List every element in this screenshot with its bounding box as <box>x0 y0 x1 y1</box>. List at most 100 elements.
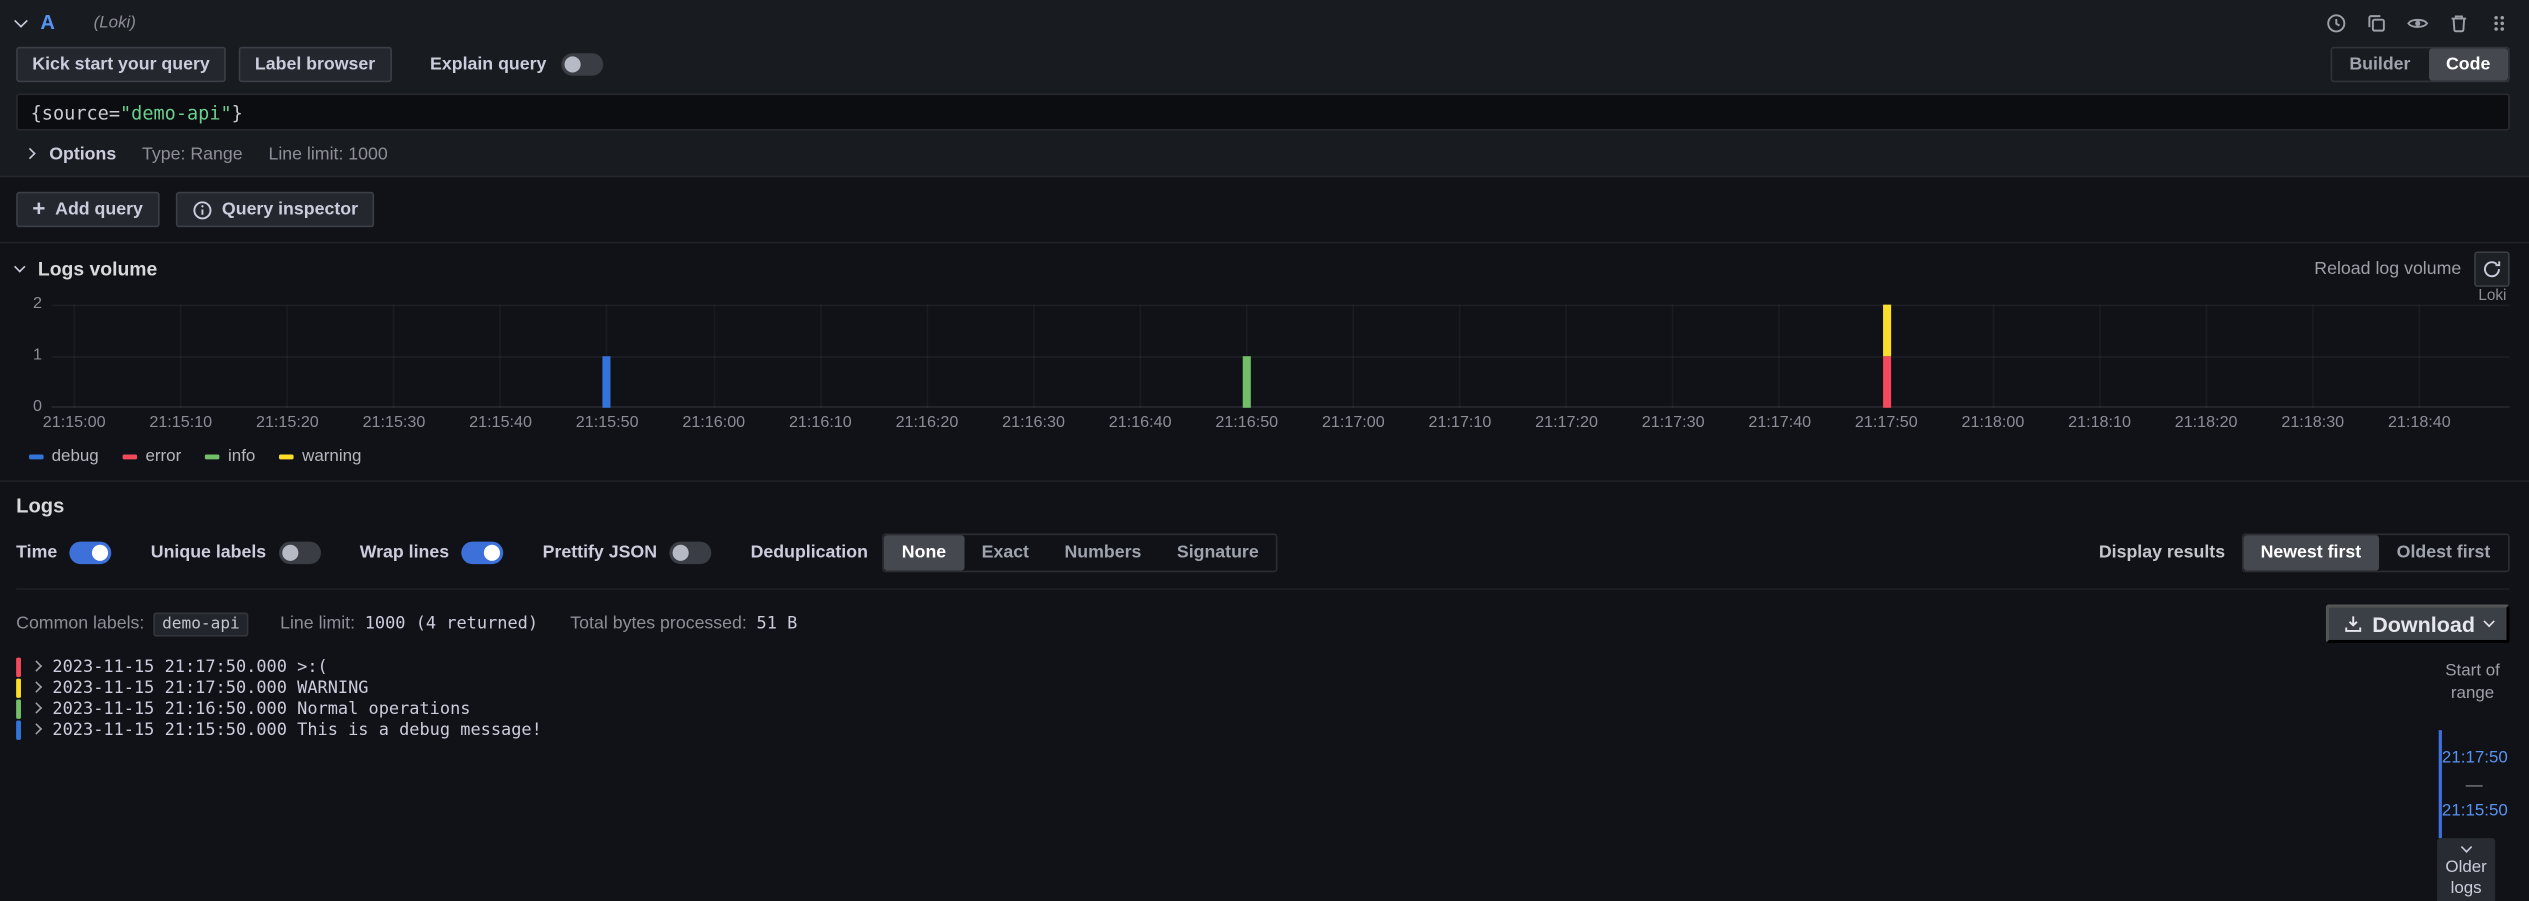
x-tick-label: 21:16:30 <box>1002 414 1065 432</box>
kick-start-query-button[interactable]: Kick start your query <box>16 47 226 82</box>
bar-debug[interactable] <box>603 356 611 408</box>
line-limit-item: Line limit: 1000 (4 returned) <box>280 614 538 633</box>
prettify-json-toggle[interactable] <box>670 542 712 565</box>
legend-label: error <box>145 446 181 465</box>
editor-mode-option-code[interactable]: Code <box>2428 48 2508 80</box>
download-button[interactable]: Download <box>2325 604 2509 643</box>
plot-area[interactable] <box>52 305 2510 408</box>
plot-column: 21:15:0021:15:1021:15:2021:15:3021:15:40… <box>52 305 2510 437</box>
editor-mode-option-builder[interactable]: Builder <box>2332 48 2429 80</box>
eye-icon[interactable] <box>2406 12 2429 33</box>
y-axis: 2 1 0 <box>16 305 51 408</box>
expand-chevron-icon[interactable] <box>31 682 41 692</box>
logs-controls: Time Unique labels Wrap lines Prettify J… <box>16 534 2510 590</box>
log-row[interactable]: 2023-11-15 21:17:50.000 >:( <box>16 656 2435 677</box>
copy-icon[interactable] <box>2366 12 2387 33</box>
grip-icon[interactable] <box>2489 12 2510 33</box>
log-row[interactable]: 2023-11-15 21:17:50.000 WARNING <box>16 677 2435 698</box>
legend-dash <box>280 454 295 459</box>
log-line-text: 2023-11-15 21:16:50.000 Normal operation… <box>52 699 470 718</box>
x-tick-label: 21:18:40 <box>2388 414 2451 432</box>
trash-icon[interactable] <box>2448 12 2469 33</box>
log-row[interactable]: 2023-11-15 21:16:50.000 Normal operation… <box>16 698 2435 719</box>
older-logs-label: Older logs <box>2440 857 2492 899</box>
query-text-prefix: {source= <box>31 101 120 124</box>
expand-chevron-icon[interactable] <box>31 724 41 734</box>
log-line-text: 2023-11-15 21:17:50.000 >:( <box>52 657 327 676</box>
x-tick-label: 21:18:20 <box>2175 414 2238 432</box>
unique-labels-toggle[interactable] <box>279 542 321 565</box>
chevron-down-icon <box>2461 842 2471 852</box>
log-row[interactable]: 2023-11-15 21:15:50.000 This is a debug … <box>16 719 2435 740</box>
range-separator: — <box>2442 771 2507 797</box>
x-tick-label: 21:15:30 <box>363 414 426 432</box>
explain-query-toggle[interactable] <box>561 53 603 76</box>
query-inspector-label: Query inspector <box>222 200 358 219</box>
wrap-lines-toggle[interactable] <box>462 542 504 565</box>
datasource-name: (Loki) <box>94 13 136 32</box>
log-line-text: 2023-11-15 21:15:50.000 This is a debug … <box>52 720 541 739</box>
log-page-range[interactable]: 21:17:50 — 21:15:50 <box>2439 731 2507 839</box>
unique-labels-control: Unique labels <box>151 542 321 565</box>
time-toggle[interactable] <box>70 542 112 565</box>
logs-title: Logs <box>16 495 2510 518</box>
reload-log-volume-label: Reload log volume <box>2314 259 2461 278</box>
label-browser-button[interactable]: Label browser <box>239 47 392 82</box>
dedup-option-numbers[interactable]: Numbers <box>1047 535 1159 570</box>
total-bytes-item: Total bytes processed: 51 B <box>570 614 797 633</box>
time-label: Time <box>16 543 57 562</box>
display-results-label: Display results <box>2099 543 2225 562</box>
x-tick-label: 21:16:40 <box>1109 414 1172 432</box>
logs-volume-collapse-toggle[interactable]: Logs volume <box>16 258 157 281</box>
display-results-option-oldest-first[interactable]: Oldest first <box>2379 535 2508 570</box>
display-results-option-newest-first[interactable]: Newest first <box>2243 535 2379 570</box>
logs-volume-header: Logs volume Reload log volume <box>16 253 2510 285</box>
dedup-option-exact[interactable]: Exact <box>964 535 1047 570</box>
deduplication-group: NoneExactNumbersSignature <box>882 534 1278 573</box>
query-code-editor[interactable]: {source="demo-api"} <box>16 93 2510 130</box>
legend-item-error[interactable]: error <box>123 446 181 465</box>
query-text-string: "demo-api" <box>120 101 232 124</box>
x-tick-label: 21:16:50 <box>1215 414 1278 432</box>
toggle-knob <box>564 56 580 72</box>
plus-icon: + <box>32 197 45 220</box>
legend-item-warning[interactable]: warning <box>280 446 362 465</box>
x-tick-label: 21:18:00 <box>1962 414 2025 432</box>
range-bottom-time: 21:15:50 <box>2442 798 2507 824</box>
query-ref-id[interactable]: A <box>40 11 55 34</box>
common-labels-badge[interactable]: demo-api <box>154 612 248 636</box>
bar-warning[interactable] <box>1882 305 1890 357</box>
bar-info[interactable] <box>1243 356 1251 408</box>
sync-icon <box>2482 259 2501 278</box>
reload-log-volume-button[interactable] <box>2474 251 2509 286</box>
level-indicator-error <box>16 657 21 676</box>
y-tick-label: 1 <box>33 348 42 364</box>
dedup-option-none[interactable]: None <box>884 535 964 570</box>
chart-legend: debug error info warning <box>29 446 2510 465</box>
add-query-button[interactable]: + Add query <box>16 192 159 227</box>
query-options-row[interactable]: Options Type: Range Line limit: 1000 <box>16 142 2510 166</box>
dedup-option-signature[interactable]: Signature <box>1159 535 1276 570</box>
range-top-time: 21:17:50 <box>2442 745 2507 771</box>
older-logs-button[interactable]: Older logs <box>2437 838 2495 901</box>
history-icon[interactable] <box>2326 12 2347 33</box>
legend-item-info[interactable]: info <box>205 446 255 465</box>
y-tick-label: 2 <box>33 297 42 313</box>
prettify-json-control: Prettify JSON <box>543 542 712 565</box>
add-query-label: Add query <box>55 200 143 219</box>
deduplication-label: Deduplication <box>751 543 868 562</box>
expand-chevron-icon[interactable] <box>31 661 41 671</box>
editor-mode-group: BuilderCode <box>2330 47 2510 82</box>
logs-volume-actions: Reload log volume <box>2314 251 2509 286</box>
query-inspector-button[interactable]: Query inspector <box>175 192 374 227</box>
level-indicator-info <box>16 699 21 718</box>
expand-chevron-icon[interactable] <box>31 703 41 713</box>
query-row-actions <box>2326 12 2510 33</box>
query-toolbar: Kick start your query Label browser Expl… <box>16 47 2510 82</box>
bar-error[interactable] <box>1882 356 1890 408</box>
legend-item-debug[interactable]: debug <box>29 446 99 465</box>
logs-volume-chart: 2 1 0 21:15:0021:15:1021:15:2021:15:3021… <box>16 305 2510 437</box>
query-collapse-toggle[interactable] <box>16 20 26 25</box>
y-tick-label: 0 <box>33 400 42 416</box>
options-line-limit: Line limit: 1000 <box>268 144 387 163</box>
